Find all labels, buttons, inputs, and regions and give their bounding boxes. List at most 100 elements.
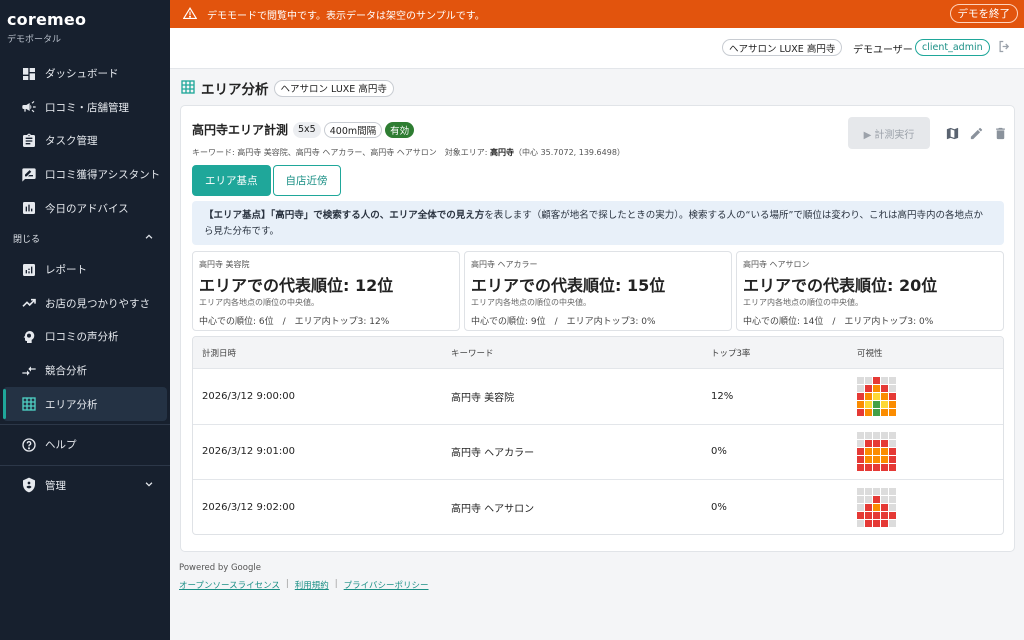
sidebar-item-review-assistant[interactable]: 口コミ獲得アシスタント [3, 158, 167, 192]
heatmap-cell [889, 376, 896, 384]
stat-footer: 中心での順位: 14位 / エリア内トップ3: 0% [743, 317, 934, 327]
footer-links: オープンソースライセンス | 利用規約 | プライバシーポリシー [179, 579, 429, 591]
user-label: デモユーザー [853, 45, 913, 56]
sidebar: coremeo デモポータル ダッシュボード 口コミ・店舗管理 タスク管理 口コ… [0, 0, 170, 640]
card-title: 高円寺エリア計測 [192, 123, 289, 137]
edit-note-icon [20, 166, 38, 184]
sidebar-item-admin[interactable]: 管理 [3, 469, 167, 503]
oss-license-link[interactable]: オープンソースライセンス [179, 579, 280, 591]
divider [0, 423, 170, 425]
heatmap-cell [889, 520, 896, 528]
section-label: 閉じる [13, 235, 41, 246]
banner-text: デモモードで閲覧中です。表示データは架空のサンプルです。 [207, 10, 485, 22]
visibility-heatmap[interactable] [857, 488, 997, 528]
heatmap-cell [889, 440, 896, 448]
heatmap-cell [873, 384, 880, 392]
heatmap-cell [881, 456, 888, 464]
measurement-table: 計測日時 キーワード トップ3率 可視性 2026/3/12 9:00:00 高… [192, 336, 1004, 535]
grid-icon [20, 395, 38, 413]
sidebar-item-report[interactable]: レポート [3, 253, 167, 287]
heatmap-cell [865, 376, 872, 384]
nav-section-toggle[interactable]: 閉じる [0, 225, 170, 253]
brand-logo[interactable]: coremeo [0, 0, 170, 29]
stat-keyword: 高円寺 美容院 [199, 260, 250, 269]
stat-rank: エリアでの代表順位: 15位 [471, 276, 666, 295]
heatmap-cell [881, 464, 888, 472]
card-actions: ▶ 計測実行 [848, 117, 1009, 149]
heatmap-cell [857, 376, 864, 384]
heatmap-cell [865, 504, 872, 512]
sidebar-item-competitor[interactable]: 競合分析 [3, 354, 167, 388]
heatmap-cell [865, 448, 872, 456]
visibility-heatmap[interactable] [857, 432, 997, 472]
sidebar-item-help[interactable]: ヘルプ [3, 428, 167, 462]
edit-icon[interactable] [967, 124, 985, 142]
table-header: 計測日時 キーワード トップ3率 可視性 [193, 337, 1003, 369]
demo-banner: デモモードで閲覧中です。表示データは架空のサンプルです。 デモを終了 [170, 0, 1024, 28]
stat-note: エリア内各地点の順位の中央値。 [199, 298, 319, 307]
table-row[interactable]: 2026/3/12 9:00:00 高円寺 美容院 12% [193, 369, 1003, 425]
heatmap-cell [857, 448, 864, 456]
stat-card: 高円寺 美容院 エリアでの代表順位: 12位 エリア内各地点の順位の中央値。 中… [192, 251, 460, 331]
sidebar-item-label: 管理 [45, 479, 66, 492]
sidebar-item-tasks[interactable]: タスク管理 [3, 124, 167, 158]
table-row[interactable]: 2026/3/12 9:02:00 高円寺 ヘアサロン 0% [193, 480, 1003, 534]
heatmap-cell [873, 456, 880, 464]
cell-top3: 0% [711, 502, 727, 514]
meta-center: （中心 35.7072, 139.6498） [514, 148, 625, 157]
sidebar-item-findability[interactable]: お店の見つかりやすさ [3, 287, 167, 321]
grid-size-tag: 5x5 [293, 121, 321, 138]
heatmap-cell [857, 504, 864, 512]
heatmap-cell [865, 464, 872, 472]
admin-shield-icon [20, 476, 38, 494]
stat-card: 高円寺 ヘアカラー エリアでの代表順位: 15位 エリア内各地点の順位の中央値。… [464, 251, 732, 331]
sidebar-item-dashboard[interactable]: ダッシュボード [3, 57, 167, 91]
map-icon[interactable] [943, 124, 961, 142]
table-row[interactable]: 2026/3/12 9:01:00 高円寺 ヘアカラー 0% [193, 425, 1003, 480]
sidebar-item-advice[interactable]: 今日のアドバイス [3, 191, 167, 225]
bar-chart-icon [20, 199, 38, 217]
card-meta: キーワード: 高円寺 美容院、高円寺 ヘアカラー、高円寺 ヘアサロン 対象エリア… [192, 147, 625, 158]
heatmap-cell [873, 376, 880, 384]
help-icon [20, 436, 38, 454]
heatmap-cell [865, 512, 872, 520]
tab-store-nearby[interactable]: 自店近傍 [272, 165, 341, 196]
heatmap-cell [881, 400, 888, 408]
meta-area: 高円寺 [490, 148, 515, 157]
sidebar-item-area-analysis[interactable]: エリア分析 [3, 387, 167, 421]
heatmap-cell [889, 512, 896, 520]
privacy-link[interactable]: プライバシーポリシー [344, 579, 429, 591]
heatmap-cell [873, 440, 880, 448]
heatmap-cell [881, 440, 888, 448]
heatmap-cell [873, 512, 880, 520]
col-top3: トップ3率 [711, 348, 751, 359]
run-measurement-button[interactable]: ▶ 計測実行 [848, 117, 930, 149]
col-keyword: キーワード [451, 348, 494, 359]
page-header: エリア分析 ヘアサロン LUXE 高円寺 [180, 78, 394, 98]
divider [0, 464, 170, 466]
heatmap-cell [857, 440, 864, 448]
heatmap-cell [857, 464, 864, 472]
user-id-badge[interactable]: client_admin [915, 39, 990, 56]
heatmap-cell [873, 432, 880, 440]
end-demo-button[interactable]: デモを終了 [949, 4, 1018, 23]
sidebar-item-voice-analysis[interactable]: 口コミの声分析 [3, 320, 167, 354]
tab-area-base[interactable]: エリア基点 [192, 165, 271, 196]
info-bold: 【エリア基点】「高円寺」で検索する人の、エリア全体での見え方 [204, 210, 485, 221]
heatmap-cell [889, 432, 896, 440]
terms-link[interactable]: 利用規約 [295, 579, 329, 591]
visibility-heatmap[interactable] [857, 376, 997, 416]
link-separator: | [285, 579, 289, 589]
powered-by: Powered by Google [179, 563, 261, 573]
cell-top3: 0% [711, 446, 727, 458]
sidebar-item-reviews[interactable]: 口コミ・店舗管理 [3, 91, 167, 125]
heatmap-cell [857, 456, 864, 464]
area-measurement-card: 高円寺エリア計測 5x5 400m間隔 有効 キーワード: 高円寺 美容院、高円… [180, 105, 1015, 552]
sidebar-item-label: お店の見つかりやすさ [45, 297, 150, 310]
logout-icon[interactable] [997, 39, 1012, 57]
stat-keyword: 高円寺 ヘアサロン [743, 260, 810, 269]
delete-icon[interactable] [991, 124, 1009, 142]
heatmap-cell [865, 432, 872, 440]
heatmap-cell [873, 520, 880, 528]
salon-selector[interactable]: ヘアサロン LUXE 高円寺 [722, 39, 843, 56]
